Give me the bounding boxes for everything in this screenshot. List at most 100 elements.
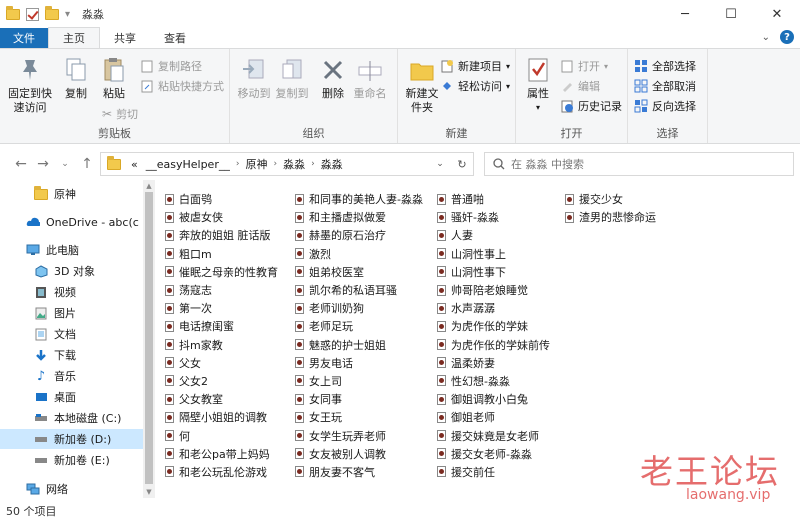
up-arrow-icon[interactable]: ↑ — [76, 156, 98, 172]
file-item[interactable]: 性幻想-淼淼 — [437, 372, 550, 390]
address-dropdown-icon[interactable]: ⌄ — [429, 159, 451, 169]
copy-path-button[interactable]: 复制路径 — [140, 57, 202, 75]
file-item[interactable]: 温柔娇妻 — [437, 354, 550, 372]
file-item[interactable]: 姐弟校医室 — [295, 263, 423, 281]
file-item[interactable]: 第一次 — [165, 299, 278, 317]
nav-item-drive-e[interactable]: 新加卷 (E:) — [0, 450, 143, 470]
easy-access-button[interactable]: 轻松访问 ▾ — [440, 77, 510, 95]
chevron-right-icon[interactable]: › — [311, 159, 315, 169]
file-item[interactable]: 催眠之母亲的性教育 — [165, 263, 278, 281]
chevron-right-icon[interactable]: › — [236, 159, 240, 169]
file-item[interactable]: 水声潺潺 — [437, 299, 550, 317]
move-to-button[interactable]: 移动到 — [236, 55, 272, 101]
paste-button[interactable]: 粘贴 — [98, 55, 130, 101]
file-item[interactable]: 粗口m — [165, 245, 278, 263]
cut-button[interactable]: ✂ 剪切 — [102, 105, 138, 123]
file-item[interactable]: 抖m家教 — [165, 336, 278, 354]
file-item[interactable]: 女上司 — [295, 372, 423, 390]
nav-item-drive-c[interactable]: 本地磁盘 (C:) — [0, 408, 143, 428]
properties-quick-icon[interactable] — [26, 7, 39, 21]
file-item[interactable]: 为虎作伥的学妹前传 — [437, 336, 550, 354]
maximize-button[interactable]: ☐ — [708, 0, 754, 28]
file-item[interactable]: 朋友妻不客气 — [295, 463, 423, 481]
forward-arrow-icon[interactable]: → — [32, 156, 54, 172]
open-button[interactable]: 打开 ▾ — [560, 57, 608, 75]
pin-quick-access-button[interactable]: 固定到快速访问 — [8, 55, 52, 115]
file-item[interactable]: 荡寇志 — [165, 281, 278, 299]
file-item[interactable]: 凯尔希的私语耳骚 — [295, 281, 423, 299]
file-item[interactable]: 电话撩闺蜜 — [165, 317, 278, 335]
rename-button[interactable]: 重命名 — [352, 55, 388, 101]
select-all-button[interactable]: 全部选择 — [634, 57, 696, 75]
breadcrumb-miaomiao-current[interactable]: 淼淼 — [321, 156, 343, 172]
quick-access-dropdown-icon[interactable]: ▾ — [65, 9, 70, 20]
file-item[interactable]: 援交少女 — [565, 190, 656, 208]
file-item[interactable]: 普通啪 — [437, 190, 550, 208]
tab-view[interactable]: 查看 — [150, 28, 200, 48]
select-none-button[interactable]: 全部取消 — [634, 77, 696, 95]
nav-item-onedrive[interactable]: OneDrive - abc(c — [0, 212, 143, 232]
delete-button[interactable]: 删除 — [318, 55, 348, 101]
breadcrumb-miaomiao[interactable]: 淼淼 — [283, 156, 305, 172]
ribbon-collapse-icon[interactable]: ⌄ — [762, 32, 770, 43]
file-item[interactable]: 男友电话 — [295, 354, 423, 372]
close-button[interactable]: ✕ — [754, 0, 800, 28]
nav-item-downloads[interactable]: 下载 — [0, 345, 143, 365]
chevron-right-icon[interactable]: › — [273, 159, 277, 169]
copy-to-button[interactable]: 复制到 — [274, 55, 310, 101]
history-button[interactable]: 历史记录 — [560, 97, 622, 115]
breadcrumb-easyhelper[interactable]: __easyHelper__ — [146, 158, 230, 171]
new-item-button[interactable]: 新建项目 ▾ — [440, 57, 510, 75]
file-item[interactable]: 女学生玩弄老师 — [295, 426, 423, 444]
file-item[interactable]: 和老公pa带上妈妈 — [165, 445, 278, 463]
file-item[interactable]: 山洞性事上 — [437, 245, 550, 263]
search-box[interactable]: 在 淼淼 中搜索 — [484, 152, 794, 176]
file-item[interactable]: 御姐调教小白兔 — [437, 390, 550, 408]
nav-item-documents[interactable]: 文档 — [0, 324, 143, 344]
tab-share[interactable]: 共享 — [100, 28, 150, 48]
nav-item-drive-d[interactable]: 新加卷 (D:) — [0, 429, 143, 449]
edit-button[interactable]: 编辑 — [560, 77, 600, 95]
file-item[interactable]: 老师训奶狗 — [295, 299, 423, 317]
file-item[interactable]: 骚奸-淼淼 — [437, 208, 550, 226]
file-item[interactable]: 人妻 — [437, 226, 550, 244]
file-item[interactable]: 白面鸮 — [165, 190, 278, 208]
file-item[interactable]: 帅哥陪老娘睡觉 — [437, 281, 550, 299]
file-item[interactable]: 渣男的悲惨命运 — [565, 208, 656, 226]
minimize-button[interactable]: ─ — [662, 0, 708, 28]
nav-item-pictures[interactable]: 图片 — [0, 303, 143, 323]
recent-locations-icon[interactable]: ⌄ — [54, 159, 76, 169]
nav-item-yuanshen[interactable]: 原神 — [0, 184, 143, 204]
scrollbar-thumb[interactable] — [145, 192, 153, 484]
file-item[interactable]: 老师足玩 — [295, 317, 423, 335]
file-item[interactable]: 奔放的姐姐 脏话版 — [165, 226, 278, 244]
file-item[interactable]: 何 — [165, 426, 278, 444]
nav-item-this-pc[interactable]: 此电脑 — [0, 240, 143, 260]
file-item[interactable]: 父女教室 — [165, 390, 278, 408]
nav-item-3d-objects[interactable]: 3D 对象 — [0, 261, 143, 281]
refresh-icon[interactable]: ↻ — [451, 158, 473, 171]
properties-button[interactable]: 属性 ▾ — [522, 55, 554, 115]
file-item[interactable]: 女友被别人调教 — [295, 445, 423, 463]
new-folder-button[interactable]: 新建文件夹 — [402, 55, 442, 115]
file-item[interactable]: 赫墨的原石治疗 — [295, 226, 423, 244]
navigation-scrollbar[interactable]: ▲ ▼ — [143, 180, 155, 498]
file-item[interactable]: 和主播虚拟做爱 — [295, 208, 423, 226]
new-folder-quick-icon[interactable] — [45, 5, 59, 20]
file-item[interactable]: 和同事的美艳人妻-淼淼 — [295, 190, 423, 208]
scroll-down-icon[interactable]: ▼ — [143, 488, 155, 496]
file-item[interactable]: 为虎作伥的学妹 — [437, 317, 550, 335]
nav-item-videos[interactable]: 视频 — [0, 282, 143, 302]
help-icon[interactable]: ? — [780, 30, 794, 44]
breadcrumb-yuanshen[interactable]: 原神 — [245, 156, 267, 172]
address-bar[interactable]: « __easyHelper__ › 原神 › 淼淼 › 淼淼 ⌄ ↻ — [100, 152, 474, 176]
nav-item-music[interactable]: ♪ 音乐 — [0, 366, 143, 386]
invert-selection-button[interactable]: 反向选择 — [634, 97, 696, 115]
file-item[interactable]: 隔壁小姐姐的调教 — [165, 408, 278, 426]
file-item[interactable]: 援交前任 — [437, 463, 550, 481]
file-item[interactable]: 父女 — [165, 354, 278, 372]
tab-home[interactable]: 主页 — [48, 27, 100, 48]
breadcrumb-overflow[interactable]: « — [131, 158, 138, 171]
file-item[interactable]: 女王玩 — [295, 408, 423, 426]
file-item[interactable]: 魅惑的护士姐姐 — [295, 336, 423, 354]
